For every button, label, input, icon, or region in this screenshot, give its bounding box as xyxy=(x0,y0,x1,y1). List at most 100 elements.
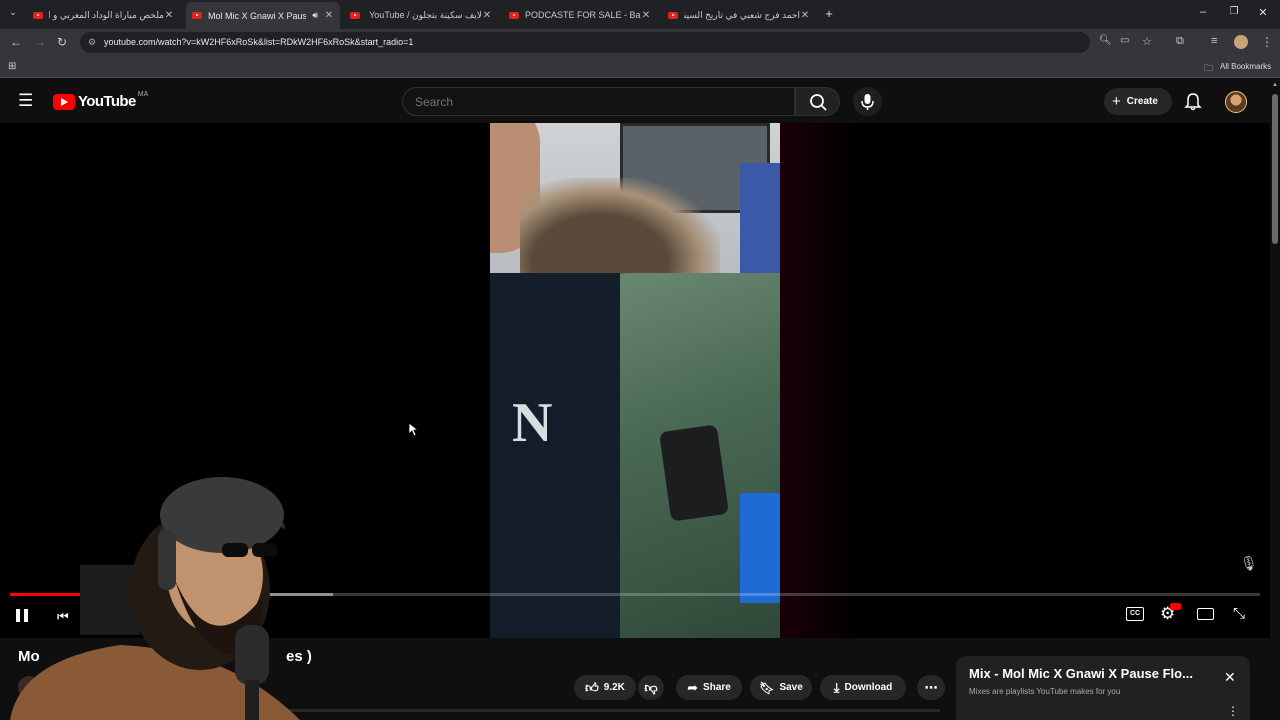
streamer-figure xyxy=(10,477,300,720)
theater-mode-icon[interactable] xyxy=(1197,608,1214,620)
extensions-icon[interactable]: ⧉ xyxy=(1176,35,1184,48)
download-label: Download xyxy=(844,682,893,693)
more-horizontal-icon: ⋯ xyxy=(924,679,938,695)
url-text: youtube.com/watch?v=kW2HF6xRoSk&list=RDk… xyxy=(104,37,414,47)
zoom-icon[interactable]: 🔍︎ xyxy=(1099,35,1112,46)
country-code: MA xyxy=(137,91,149,98)
notifications-bell-icon[interactable] xyxy=(1184,92,1202,111)
browser-tab-bar: ⌄ ملخص مباراة الوداد المغربي و او ✕ Mol … xyxy=(0,0,1280,29)
search-box xyxy=(402,87,795,116)
bookmark-star-icon[interactable]: ☆ xyxy=(1142,35,1152,48)
mix-subtitle: Mixes are playlists YouTube makes for yo… xyxy=(969,687,1121,696)
profile-avatar-icon[interactable] xyxy=(1234,35,1248,49)
back-arrow-icon[interactable]: ← xyxy=(10,35,22,49)
youtube-play-logo-icon xyxy=(53,93,75,110)
tab-title: Mol Mic X Gnawi X Pause F xyxy=(208,10,307,21)
share-label: Share xyxy=(703,682,731,693)
tab-close-icon[interactable]: ✕ xyxy=(482,10,492,21)
tab-close-icon[interactable]: ✕ xyxy=(641,10,651,21)
tab-search-chevron-icon[interactable]: ⌄ xyxy=(6,7,20,18)
hamburger-menu-icon[interactable]: ☰ xyxy=(18,91,33,111)
video-frame[interactable]: N xyxy=(490,123,780,638)
pause-icon xyxy=(24,609,28,622)
blue-object xyxy=(740,493,780,603)
youtube-favicon-icon xyxy=(350,11,360,19)
tab-5[interactable]: احمد فرج شعبي في تاريخ السينما ✕ xyxy=(662,4,816,26)
microphone-icon xyxy=(861,94,874,110)
mouse-cursor-icon xyxy=(408,422,418,437)
site-info-icon[interactable]: ⚙ xyxy=(88,32,96,53)
new-tab-plus-icon[interactable]: + xyxy=(822,6,836,21)
tab-title: احمد فرج شعبي في تاريخ السينما xyxy=(684,9,800,20)
youtube-favicon-icon xyxy=(192,12,202,19)
all-bookmarks-link[interactable]: All Bookmarks xyxy=(1220,62,1271,71)
video-glow xyxy=(780,123,860,638)
reload-icon[interactable]: ↻ xyxy=(57,35,67,49)
share-arrow-icon: ➦ xyxy=(687,679,699,695)
minimize-icon[interactable]: – xyxy=(1196,6,1210,18)
scrollbar-thumb[interactable] xyxy=(1272,94,1278,244)
youtube-header: ☰ YouTube MA + Create xyxy=(0,80,1280,123)
create-label: Create xyxy=(1126,96,1158,107)
thumbs-down-icon: 👎︎ xyxy=(644,679,658,695)
youtube-logo[interactable]: YouTube MA xyxy=(53,91,149,110)
scroll-up-arrow-icon[interactable]: ▲ xyxy=(1272,82,1278,88)
download-icon: ⤓ xyxy=(833,679,840,695)
voice-search-button[interactable] xyxy=(853,87,882,116)
youtube-favicon-icon xyxy=(33,11,43,19)
more-actions-button[interactable]: ⋯ xyxy=(917,675,945,700)
shirt-letter-graphic: N xyxy=(512,392,553,454)
browser-toolbar: ← → ↻ ⚙ youtube.com/watch?v=kW2HF6xRoSk&… xyxy=(0,29,1280,56)
previous-track-icon[interactable]: ⏮︎ xyxy=(57,609,69,625)
bookmarks-bar: ⊞ 🗀︎ All Bookmarks xyxy=(0,56,1280,78)
share-button[interactable]: ➦ Share xyxy=(676,675,742,700)
download-button[interactable]: ⤓ Download xyxy=(820,675,906,700)
plus-icon: + xyxy=(1112,93,1121,110)
cast-icon[interactable]: ▭ xyxy=(1120,35,1129,46)
jacket-pocket-phone xyxy=(659,424,729,522)
restore-icon[interactable]: ❐ xyxy=(1227,6,1241,17)
dislike-button[interactable]: 👎︎ xyxy=(638,675,664,700)
browser-menu-icon[interactable]: ⋮ xyxy=(1261,35,1273,49)
save-label: Save xyxy=(779,682,803,693)
tab-close-icon[interactable]: ✕ xyxy=(164,10,174,21)
webcam-overlay xyxy=(0,470,320,720)
fullscreen-icon[interactable]: ⤡ xyxy=(1233,605,1245,622)
close-window-icon[interactable]: ✕ xyxy=(1256,6,1270,19)
settings-gear-icon[interactable]: ⚙ xyxy=(1160,603,1181,624)
forward-arrow-icon[interactable]: → xyxy=(34,35,46,49)
bookmarks-folder-icon: 🗀︎ xyxy=(1204,63,1214,73)
mix-playlist-panel[interactable]: Mix - Mol Mic X Gnawi X Pause Flo... Mix… xyxy=(956,656,1250,720)
like-button[interactable]: 👍︎ 9.2K xyxy=(574,675,636,700)
tab-title: لايف سكينة بتجلون / YouTube xyxy=(369,9,482,20)
media-control-icon[interactable]: ≡ xyxy=(1211,35,1217,47)
create-button[interactable]: + Create xyxy=(1104,88,1172,115)
tab-close-icon[interactable]: ✕ xyxy=(324,10,334,21)
page-scrollbar[interactable]: ▲ xyxy=(1270,80,1280,720)
tab-title: ملخص مباراة الوداد المغربي و او xyxy=(49,9,164,20)
tab-3[interactable]: لايف سكينة بتجلون / YouTube ✕ xyxy=(344,4,498,26)
close-mix-icon[interactable]: ✕ xyxy=(1224,669,1236,686)
search-input[interactable] xyxy=(403,88,794,115)
youtube-logo-text: YouTube xyxy=(78,93,136,110)
tab-2-active[interactable]: Mol Mic X Gnawi X Pause F 🔊︎ ✕ xyxy=(186,2,340,29)
tab-1[interactable]: ملخص مباراة الوداد المغربي و او ✕ xyxy=(27,4,180,26)
speaker-icon[interactable]: 🔊︎ xyxy=(312,10,318,21)
address-bar[interactable]: ⚙ youtube.com/watch?v=kW2HF6xRoSk&list=R… xyxy=(80,32,1090,53)
hd-badge xyxy=(1170,603,1181,610)
search-button[interactable] xyxy=(795,87,840,116)
save-button[interactable]: 🔖︎ Save xyxy=(750,675,812,700)
pause-button[interactable] xyxy=(16,608,30,624)
subtitles-cc-icon[interactable]: CC xyxy=(1126,607,1144,621)
tab-close-icon[interactable]: ✕ xyxy=(800,10,810,21)
mix-more-vertical-icon[interactable]: ⋮ xyxy=(1227,704,1239,718)
youtube-favicon-icon xyxy=(509,11,519,19)
search-icon xyxy=(810,94,827,111)
user-avatar[interactable] xyxy=(1225,91,1247,113)
mic-overlay-icon: 🎙︎ xyxy=(1240,555,1258,571)
thumbs-up-icon: 👍︎ xyxy=(585,679,599,695)
tab-4[interactable]: PODCASTE FOR SALE - Bassou ✕ xyxy=(503,4,657,26)
youtube-favicon-icon xyxy=(668,11,678,19)
dark-shirt xyxy=(490,273,620,638)
apps-grid-icon[interactable]: ⊞ xyxy=(8,61,16,72)
